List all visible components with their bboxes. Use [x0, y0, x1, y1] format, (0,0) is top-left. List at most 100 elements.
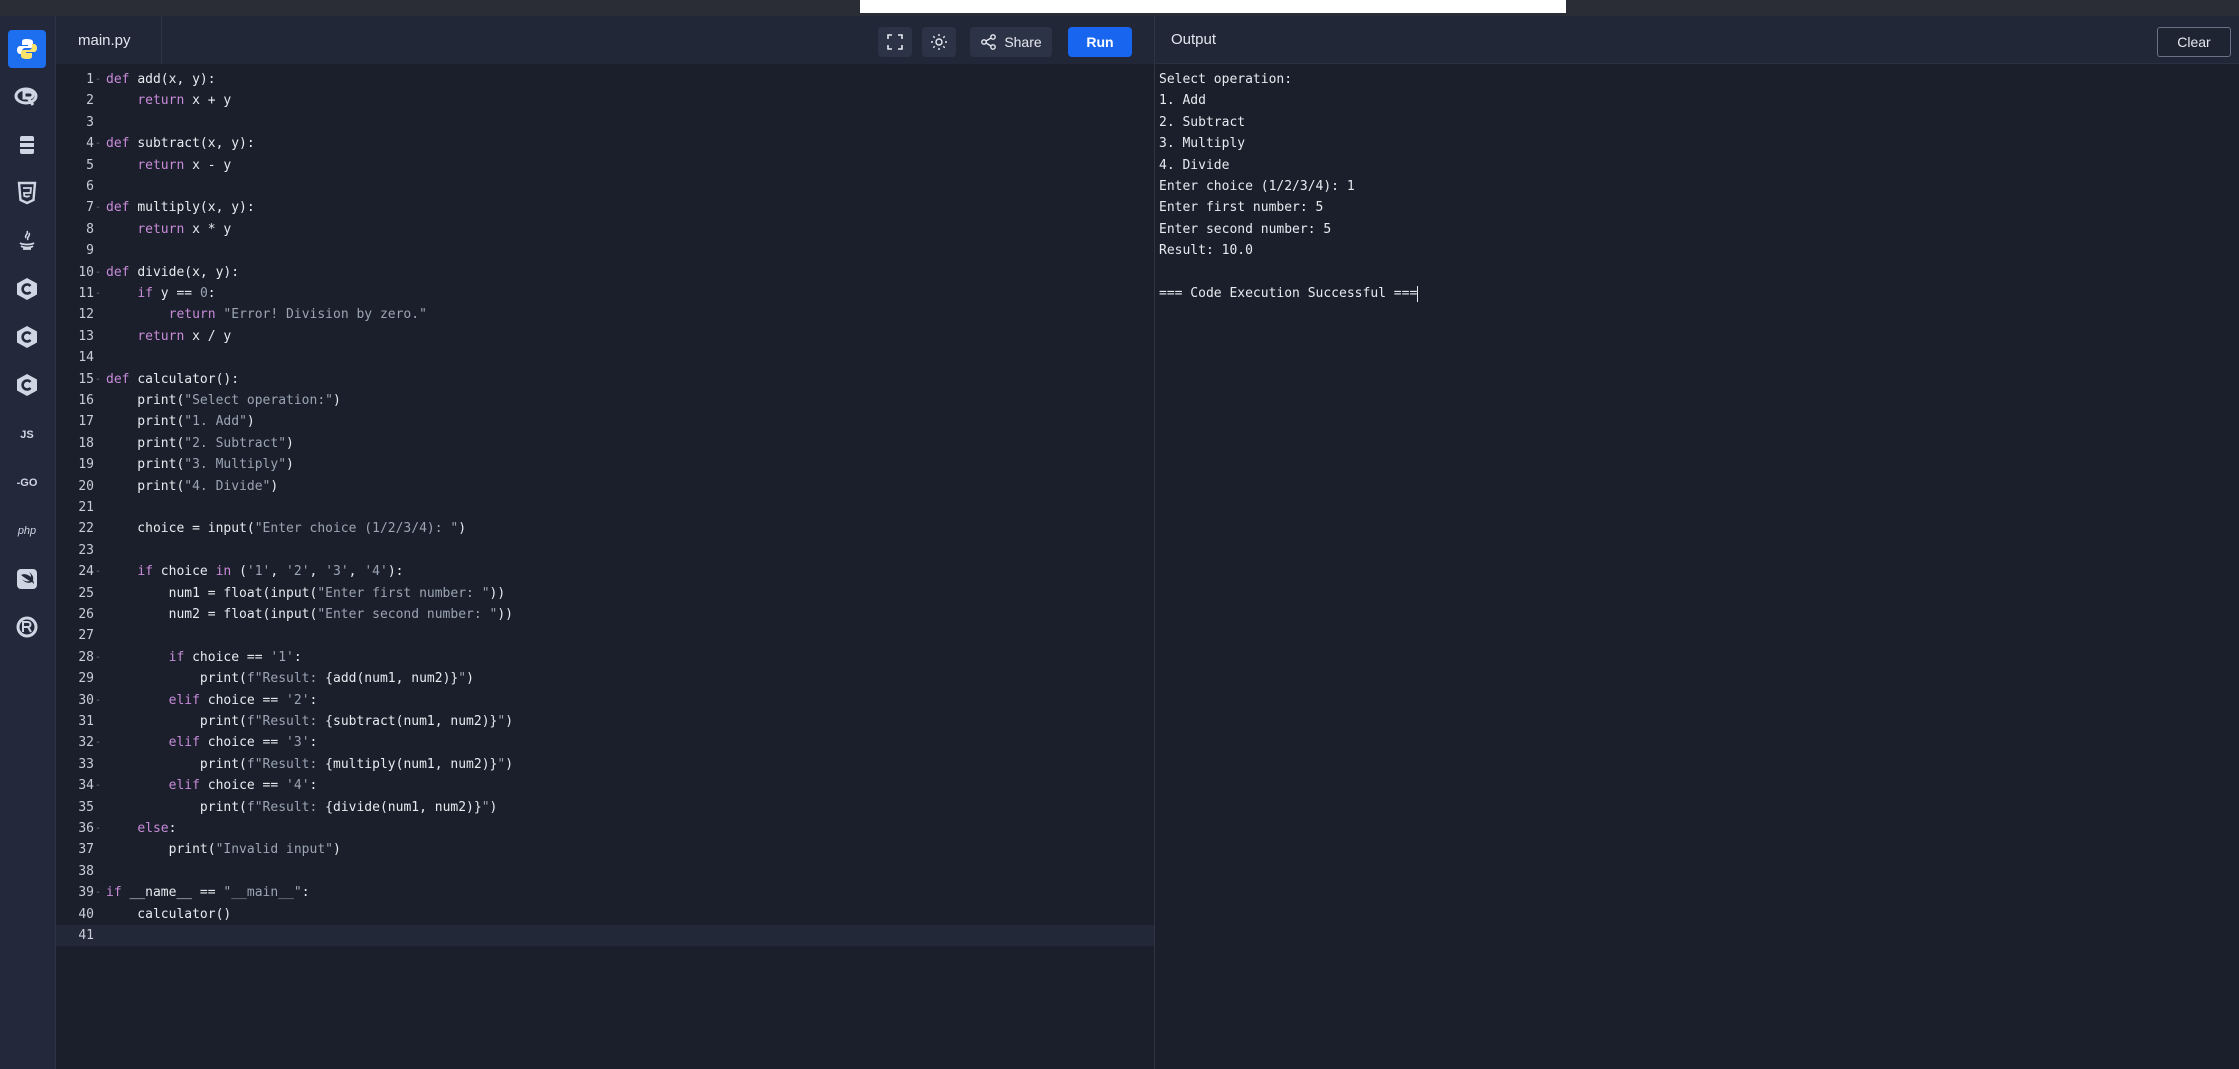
line-number: 21 [78, 500, 94, 515]
code-line[interactable]: 9 [56, 240, 1154, 261]
line-number: 22 [78, 521, 94, 537]
theme-toggle-button[interactable] [922, 27, 956, 57]
code-editor[interactable]: 1- def add(x, y): 2 return x + y 3 4- def sub… [56, 64, 1154, 1069]
code-line[interactable]: 28- if choice == '1': [56, 647, 1154, 668]
code-text: return "Error! Division by zero." [168, 307, 427, 323]
code-line[interactable]: 12 return "Error! Division by zero." [56, 304, 1154, 325]
line-number: 36 [78, 821, 94, 836]
editor-header: main.py Share Run [56, 16, 1154, 65]
code-line[interactable]: 40 calculator() [56, 904, 1154, 925]
code-line[interactable]: 11- if y == 0: [56, 283, 1154, 304]
code-line[interactable]: 17 print("1. Add") [56, 411, 1154, 432]
code-line[interactable]: 23 [56, 540, 1154, 561]
code-text: return x / y [137, 328, 232, 344]
line-number: 12 [78, 307, 94, 323]
code-line[interactable]: 36- else: [56, 818, 1154, 839]
code-line[interactable]: 39- if __name__ == "__main__": [56, 882, 1154, 903]
code-line[interactable]: 38 [56, 861, 1154, 882]
code-line[interactable]: 1- def add(x, y): [56, 69, 1154, 90]
fold-marker-icon[interactable]: - [95, 818, 105, 839]
php-icon[interactable]: php [8, 512, 46, 550]
code-text: return x * y [137, 221, 232, 237]
line-number: 38 [78, 863, 94, 879]
run-button[interactable]: Run [1068, 27, 1132, 57]
code-line[interactable]: 31 print(f"Result: {subtract(num1, num2)… [56, 711, 1154, 732]
file-tab-main-py[interactable]: main.py [56, 16, 162, 64]
code-text: num1 = float(input("Enter first number: … [106, 585, 506, 601]
code-line[interactable]: 16 print("Select operation:") [56, 390, 1154, 411]
fold-marker-icon[interactable]: - [95, 69, 105, 90]
share-button[interactable]: Share [970, 27, 1052, 57]
fold-marker-icon[interactable]: - [95, 732, 105, 753]
clear-button[interactable]: Clear [2157, 27, 2231, 57]
c-lang-icon[interactable] [8, 270, 46, 308]
code-line[interactable]: 27 [56, 625, 1154, 646]
fold-marker-icon[interactable]: - [95, 882, 105, 903]
code-text: print("2. Subtract") [106, 435, 294, 451]
fold-marker-icon[interactable]: - [95, 283, 105, 304]
code-line[interactable]: 25 num1 = float(input("Enter first numbe… [56, 583, 1154, 604]
go-lang-icon[interactable]: -GO [8, 464, 46, 502]
output-line: Result: 10.0 [1159, 243, 1253, 259]
cpp-lang-icon[interactable] [8, 318, 46, 356]
fold-marker-icon[interactable]: - [95, 262, 105, 283]
code-text: elif choice == '2': [168, 692, 318, 708]
line-number: 24 [78, 564, 94, 580]
fold-marker-icon[interactable]: - [95, 775, 105, 796]
sql-database-icon[interactable] [8, 126, 46, 164]
code-line[interactable]: 3 [56, 112, 1154, 133]
code-text: elif choice == '3': [168, 735, 318, 751]
code-line[interactable]: 35 print(f"Result: {divide(num1, num2)}"… [56, 797, 1154, 818]
code-line[interactable]: 32- elif choice == '3': [56, 732, 1154, 753]
code-line[interactable]: 34- elif choice == '4': [56, 775, 1154, 796]
line-number: 37 [78, 842, 94, 858]
code-text: print(f"Result: {add(num1, num2)}") [106, 671, 474, 687]
language-sidebar: JS -GO php [0, 16, 56, 1069]
code-text: def subtract(x, y): [106, 136, 255, 152]
browser-top-strip [0, 0, 2239, 16]
code-line[interactable]: 37 print("Invalid input") [56, 839, 1154, 860]
fold-marker-icon[interactable]: - [95, 369, 105, 390]
code-line[interactable]: 10- def divide(x, y): [56, 262, 1154, 283]
code-line[interactable]: 21 [56, 497, 1154, 518]
code-line[interactable]: 2 return x + y [56, 90, 1154, 111]
code-line[interactable]: 33 print(f"Result: {multiply(num1, num2)… [56, 754, 1154, 775]
code-line[interactable]: 24- if choice in ('1', '2', '3', '4'): [56, 561, 1154, 582]
code-line[interactable]: 22 choice = input("Enter choice (1/2/3/4… [56, 518, 1154, 539]
code-line[interactable]: 6 [56, 176, 1154, 197]
code-line[interactable]: 30- elif choice == '2': [56, 690, 1154, 711]
fold-marker-icon[interactable]: - [95, 133, 105, 154]
javascript-icon-label: JS [20, 429, 34, 441]
fold-marker-icon[interactable]: - [95, 690, 105, 711]
code-line[interactable]: 4- def subtract(x, y): [56, 133, 1154, 154]
fold-marker-icon[interactable]: - [95, 561, 105, 582]
python-icon[interactable] [8, 30, 46, 68]
code-text: else: [137, 821, 177, 836]
code-line[interactable]: 5 return x - y [56, 155, 1154, 176]
code-line[interactable]: 14 [56, 347, 1154, 368]
code-line[interactable]: 15- def calculator(): [56, 369, 1154, 390]
code-text: print("Select operation:") [106, 393, 341, 408]
javascript-icon[interactable]: JS [8, 416, 46, 454]
code-line[interactable]: 7- def multiply(x, y): [56, 197, 1154, 218]
swift-icon[interactable] [8, 560, 46, 598]
code-line[interactable]: 8 return x * y [56, 219, 1154, 240]
code-line[interactable]: 19 print("3. Multiply") [56, 454, 1154, 475]
rust-icon[interactable] [8, 608, 46, 646]
code-line[interactable]: 18 print("2. Subtract") [56, 433, 1154, 454]
fold-marker-icon[interactable]: - [95, 647, 105, 668]
code-line[interactable]: 13 return x / y [56, 326, 1154, 347]
line-number: 39 [78, 885, 94, 901]
html5-icon[interactable] [8, 174, 46, 212]
code-text: print(f"Result: {divide(num1, num2)}") [106, 799, 498, 815]
code-line[interactable]: 26 num2 = float(input("Enter second numb… [56, 604, 1154, 625]
code-line[interactable]: 41 [56, 925, 1154, 947]
fold-marker-icon[interactable]: - [95, 197, 105, 218]
r-lang-icon[interactable] [8, 78, 46, 116]
java-icon[interactable] [8, 222, 46, 260]
fullscreen-button[interactable] [878, 27, 912, 57]
code-line[interactable]: 29 print(f"Result: {add(num1, num2)}") [56, 668, 1154, 689]
code-line[interactable]: 20 print("4. Divide") [56, 476, 1154, 497]
csharp-lang-icon[interactable] [8, 366, 46, 404]
share-icon [981, 34, 997, 50]
